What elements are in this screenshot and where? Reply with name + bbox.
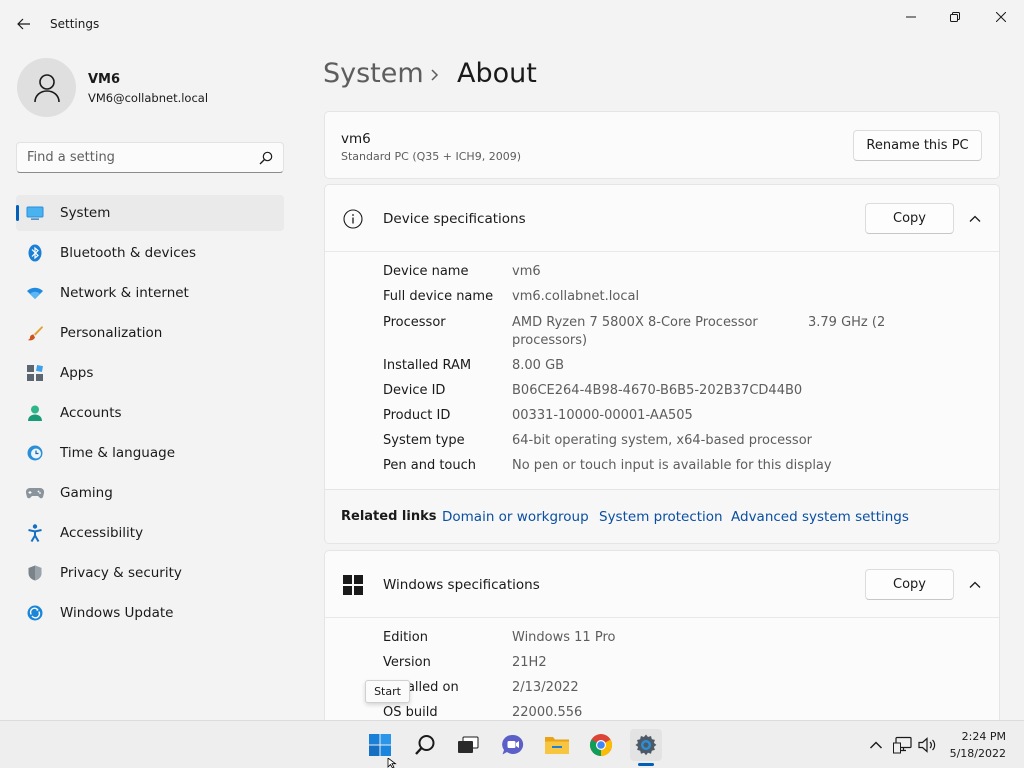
page-title: About xyxy=(457,58,537,89)
task-view-button[interactable] xyxy=(452,729,484,761)
spec-value: 21H2 xyxy=(512,655,547,670)
pc-model: Standard PC (Q35 + ICH9, 2009) xyxy=(341,150,521,163)
file-explorer-button[interactable] xyxy=(541,729,573,761)
windows-logo-icon xyxy=(343,575,363,595)
network-wired-icon xyxy=(893,736,912,754)
related-links-title: Related links xyxy=(341,509,437,524)
spec-label: Device name xyxy=(383,264,469,279)
spec-value: 22000.556 xyxy=(512,705,583,720)
spec-value: No pen or touch input is available for t… xyxy=(512,458,832,473)
chevron-up-icon xyxy=(870,741,882,749)
spec-label: System type xyxy=(383,433,465,448)
spec-label: Installed RAM xyxy=(383,358,472,373)
task-view-icon xyxy=(458,736,479,753)
spec-label: Device ID xyxy=(383,383,446,398)
domain-workgroup-link[interactable]: Domain or workgroup xyxy=(442,509,589,525)
active-app-indicator xyxy=(638,763,654,766)
pc-name-card: vm6 Standard PC (Q35 + ICH9, 2009) Renam… xyxy=(324,111,1000,179)
spec-value: B06CE264-4B98-4670-B6B5-202B37CD44B0 xyxy=(512,383,803,398)
clock-time[interactable]: 2:24 PM xyxy=(962,730,1006,743)
spec-value-continuation: processors) xyxy=(512,333,588,348)
pc-name: vm6 xyxy=(341,131,371,147)
spec-value: vm6 xyxy=(512,264,541,279)
content-area: System About vm6 Standard PC (Q35 + ICH9… xyxy=(0,0,1024,720)
chrome-button[interactable] xyxy=(585,729,617,761)
advanced-system-settings-link[interactable]: Advanced system settings xyxy=(731,509,909,525)
copy-device-specs-button[interactable]: Copy xyxy=(865,203,954,234)
chat-icon xyxy=(502,734,524,755)
start-tooltip: Start xyxy=(365,680,410,703)
spec-label: Processor xyxy=(383,315,446,330)
settings-app-button[interactable] xyxy=(630,729,662,761)
divider xyxy=(325,251,999,252)
system-protection-link[interactable]: System protection xyxy=(599,509,723,525)
chevron-up-icon[interactable] xyxy=(968,212,982,226)
show-hidden-icons-button[interactable] xyxy=(866,735,886,755)
start-icon xyxy=(369,734,391,756)
spec-value: 8.00 GB xyxy=(512,358,565,373)
spec-value: vm6.collabnet.local xyxy=(512,289,640,304)
volume-button[interactable] xyxy=(918,735,938,755)
taskbar: 2:24 PM 5/18/2022 xyxy=(0,720,1024,768)
spec-label: Full device name xyxy=(383,289,494,304)
divider xyxy=(325,617,999,618)
volume-icon xyxy=(918,737,936,753)
spec-value-speed: 3.79 GHz (2 xyxy=(808,315,886,330)
chevron-right-icon xyxy=(431,69,439,81)
search-icon xyxy=(415,735,435,755)
spec-label: Version xyxy=(383,655,431,670)
device-specs-card: Device specifications Copy Device name v… xyxy=(324,184,1000,490)
spec-value: 00331-10000-00001-AA505 xyxy=(512,408,693,423)
start-button[interactable] xyxy=(364,729,396,761)
chat-button[interactable] xyxy=(497,729,529,761)
spec-label: OS build xyxy=(383,705,438,720)
spec-value: 2/13/2022 xyxy=(512,680,579,695)
breadcrumb-parent[interactable]: System xyxy=(323,58,424,89)
spec-label: Edition xyxy=(383,630,428,645)
windows-specs-card: Windows specifications Copy Edition Wind… xyxy=(324,550,1000,720)
taskbar-search-button[interactable] xyxy=(409,729,441,761)
spec-value: AMD Ryzen 7 5800X 8-Core Processor xyxy=(512,315,758,330)
spec-value: 64-bit operating system, x64-based proce… xyxy=(512,433,812,448)
spec-label: Pen and touch xyxy=(383,458,477,473)
copy-windows-specs-button[interactable]: Copy xyxy=(865,569,954,600)
settings-icon xyxy=(635,734,657,756)
spec-value: Windows 11 Pro xyxy=(512,630,616,645)
info-icon xyxy=(343,209,363,229)
file-explorer-icon xyxy=(545,737,569,754)
device-specs-title: Device specifications xyxy=(383,211,526,227)
network-status-button[interactable] xyxy=(893,735,913,755)
mouse-pointer-icon xyxy=(387,758,397,768)
chevron-up-icon[interactable] xyxy=(968,578,982,592)
spec-label: Product ID xyxy=(383,408,451,423)
chrome-icon xyxy=(590,734,612,756)
clock-date[interactable]: 5/18/2022 xyxy=(950,747,1006,760)
windows-specs-title: Windows specifications xyxy=(383,577,540,593)
related-links-bar: Related links Domain or workgroup System… xyxy=(324,490,1000,544)
rename-pc-button[interactable]: Rename this PC xyxy=(853,130,982,161)
